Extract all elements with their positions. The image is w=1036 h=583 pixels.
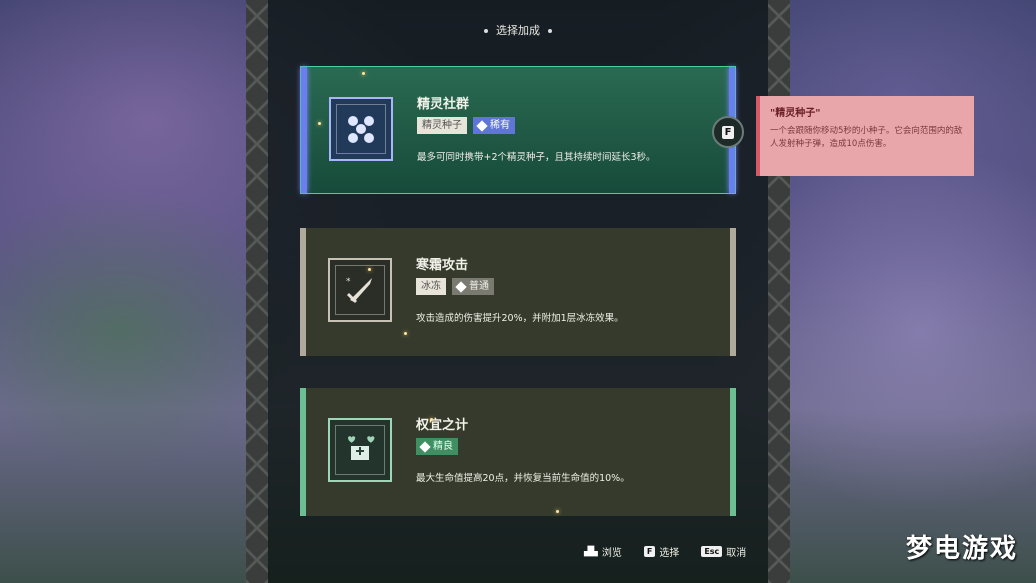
page-title-text: 选择加成 [496,24,540,37]
card-tags: 精良 [416,438,458,455]
rarity-diamond-icon [419,440,431,453]
card-bar-left [300,228,306,356]
tag-rarity-common: 普通 [452,278,494,295]
card-description: 最大生命值提高20点，并恢复当前生命值的10%。 [416,473,630,484]
sparkle [318,122,321,125]
card-tags: 精灵种子 稀有 [417,117,515,134]
frost-sword-icon: * [328,258,392,322]
keyword-tooltip: "精灵种子" 一个会跟随你移动5秒的小种子。它会向范围内的敌人发射种子弹，造成1… [756,96,974,176]
control-hints: ▟▙ 浏览 F 选择 Esc 取消 [584,544,746,559]
sparkle [556,510,559,513]
sparkle [368,268,371,271]
boon-card-sprite-group[interactable]: 精灵社群 精灵种子 稀有 最多可同时携带+2个精灵种子，且其持续时间延长3秒。 [300,66,736,194]
card-title: 寒霜攻击 [416,258,469,273]
card-bar-left [301,67,307,193]
tag-freeze: 冰冻 [416,278,446,295]
right-stripe [768,0,790,583]
card-description: 攻击造成的伤害提升20%，并附加1层冰冻效果。 [416,313,624,324]
title-dot-right [548,29,552,33]
card-bar-right [730,228,736,356]
title-dot-left [484,29,488,33]
heart-chest-icon [328,418,392,482]
sprite-group-icon [329,97,393,161]
sparkle [430,418,433,421]
rarity-diamond-icon [476,119,488,132]
left-stripe [246,0,268,583]
dpad-icon: ▟▙ [584,546,598,557]
tag-sprite-seed: 精灵种子 [417,117,467,134]
cancel-hint[interactable]: Esc 取消 [701,544,746,559]
boon-card-expedient[interactable]: 权宜之计 精良 最大生命值提高20点，并恢复当前生命值的10%。 [300,388,736,516]
boon-card-frost-attack[interactable]: * 寒霜攻击 冰冻 普通 攻击造成的伤害提升20%，并附加1层冰冻效果。 [300,228,736,356]
page-title: 选择加成 [0,22,1036,38]
f-key-icon: F [643,546,656,557]
card-title: 精灵社群 [417,97,470,112]
watermark: 梦电游戏 [905,534,1018,564]
browse-hint[interactable]: ▟▙ 浏览 [584,544,622,560]
card-tags: 冰冻 普通 [416,278,494,295]
svg-text:*: * [346,277,351,287]
tag-rarity-good: 精良 [416,438,458,455]
sparkle [404,332,407,335]
esc-key-icon: Esc [701,546,723,557]
card-bar-right [730,388,736,516]
card-bar-left [300,388,306,516]
card-description: 最多可同时携带+2个精灵种子，且其持续时间延长3秒。 [417,152,656,163]
tooltip-body: 一个会跟随你移动5秒的小种子。它会向范围内的敌人发射种子弹，造成10点伤害。 [770,126,963,149]
f-key-hint[interactable]: F [712,116,744,148]
select-hint[interactable]: F 选择 [643,544,679,559]
rarity-diamond-icon [455,280,467,293]
card-title: 权宜之计 [416,418,469,433]
tooltip-title: "精灵种子" [770,108,821,119]
tag-rarity-rare: 稀有 [473,117,515,134]
sparkle [362,72,365,75]
